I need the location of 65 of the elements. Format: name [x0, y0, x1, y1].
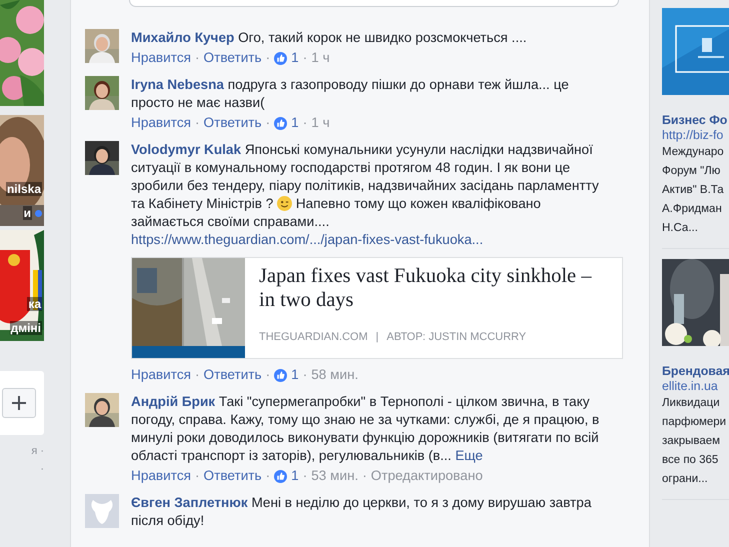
comment-text: Євген Заплетнюк Мені в неділю до церкви, то я з дому вирушаю завтра після обіду! — [131, 494, 592, 530]
comment-time[interactable]: 58 мин. — [311, 365, 358, 385]
link-preview[interactable]: Japan fixes vast Fukuoka city sinkhole – in two days THEGUARDIAN.COM | АВТОР: JUSTIN MCCURRY — [131, 257, 623, 359]
ad-title[interactable]: Бизнес Фо — [662, 113, 729, 128]
separator: · — [266, 467, 270, 485]
ad-url[interactable]: http://biz-fo — [662, 128, 729, 143]
ad-text: парфюмери — [662, 415, 728, 430]
comment-action[interactable]: Нравится — [131, 48, 191, 68]
separator: · — [194, 366, 200, 384]
preview-title: Japan fixes vast Fukuoka city sinkhole – in two days — [259, 264, 593, 312]
like-icon — [274, 116, 288, 130]
comment-action[interactable]: Ответить — [204, 466, 262, 486]
comment-time[interactable]: 1 ч — [311, 113, 330, 133]
separator: · — [302, 114, 308, 132]
tile-label: и — [22, 206, 32, 220]
like-icon — [274, 52, 288, 64]
ad-text: Актив" В.Та — [662, 183, 725, 198]
plus-icon — [12, 396, 26, 410]
ad-text: Междунаро — [662, 145, 725, 160]
separator: · — [266, 114, 270, 132]
separator: · — [194, 49, 200, 67]
separator: · — [194, 114, 200, 132]
separator: · — [194, 467, 200, 485]
like-count[interactable]: 1 — [291, 48, 299, 68]
ad-text: А.Фридман — [662, 202, 723, 217]
comment-action[interactable]: Ответить — [204, 113, 262, 133]
comment-action[interactable]: Нравится — [131, 365, 191, 385]
add-button[interactable] — [2, 388, 36, 418]
comment-action[interactable]: Ответить — [204, 48, 262, 68]
reply-field[interactable] — [129, 0, 619, 7]
ad-text: все по 365 — [662, 453, 720, 468]
separator: · — [266, 366, 270, 384]
tile-label: nilska — [6, 182, 42, 196]
ad-text: закрываем — [662, 434, 722, 449]
ad-title[interactable]: Брендовая — [662, 364, 729, 379]
separator: · — [302, 49, 308, 67]
comment-action[interactable]: Нравится — [131, 466, 191, 486]
separator: · — [302, 467, 308, 485]
ad-url[interactable]: ellite.in.ua — [662, 379, 729, 394]
ad-text: Н.Са... — [662, 221, 699, 236]
comment-action[interactable]: Нравится — [131, 113, 191, 133]
comment-text: Volodymyr Kulak Японські комунальники усунули наслідки надзвичайної ситуації в комунальному господарстві протягом 48 годин. І як вони це зробили без тендеру, піару політиків, надзвичайних засідань парламентту та Кабінету Міністрів ? Напевно тому що кожен кваліфіковано займається своїми справами.... https://www.theguardian.com/.../japan-fixes-vast-fukuoka... — [131, 141, 600, 249]
comment-time[interactable]: 1 ч — [311, 48, 330, 68]
comment-text: Андрій Брик Такі "супермегапробки" в Тернополі - цілком звична, в таку погоду, справа. Кажу, тому що знаю не за чутками: службі, де я працюю, в минулі роки доводилось виконувати функцію дорожників (витягати по всій області транспорт із заторів), регулювальників (в... Еще — [131, 393, 600, 465]
like-count[interactable]: 1 — [291, 466, 299, 486]
ad-text: Ликвидаци — [662, 396, 721, 411]
ad-text: ограни... — [662, 472, 709, 487]
separator: · — [362, 467, 367, 485]
article-link[interactable]: https://www.theguardian.com/.../japan-fixes-vast-fukuoka... — [131, 231, 484, 249]
preview-author: АВТОР: JUSTIN MCCURRY — [386, 330, 526, 345]
preview-source: THEGUARDIAN.COM — [259, 330, 368, 345]
divider: | — [376, 330, 379, 345]
separator: · — [302, 366, 308, 384]
like-icon — [274, 470, 288, 482]
comment-text: Михайло Кучер Ого, такий корок не швидко розсмокчеться .... — [131, 29, 528, 47]
comment-action[interactable]: Ответить — [204, 365, 262, 385]
like-count[interactable]: 1 — [291, 113, 299, 133]
ad-text: Форум "Лю — [662, 164, 722, 179]
comment-time[interactable]: 53 мин. — [311, 466, 358, 486]
more-link[interactable]: Еще — [455, 448, 483, 463]
like-count[interactable]: 1 — [291, 365, 299, 385]
separator: · — [266, 49, 270, 67]
comment-text: Iryna Nebesna подруга з газопроводу пішки до орнави теж йшла... це просто не має назви( — [131, 76, 570, 112]
like-icon — [274, 368, 288, 382]
comment-time[interactable]: Отредактировано — [370, 466, 483, 486]
